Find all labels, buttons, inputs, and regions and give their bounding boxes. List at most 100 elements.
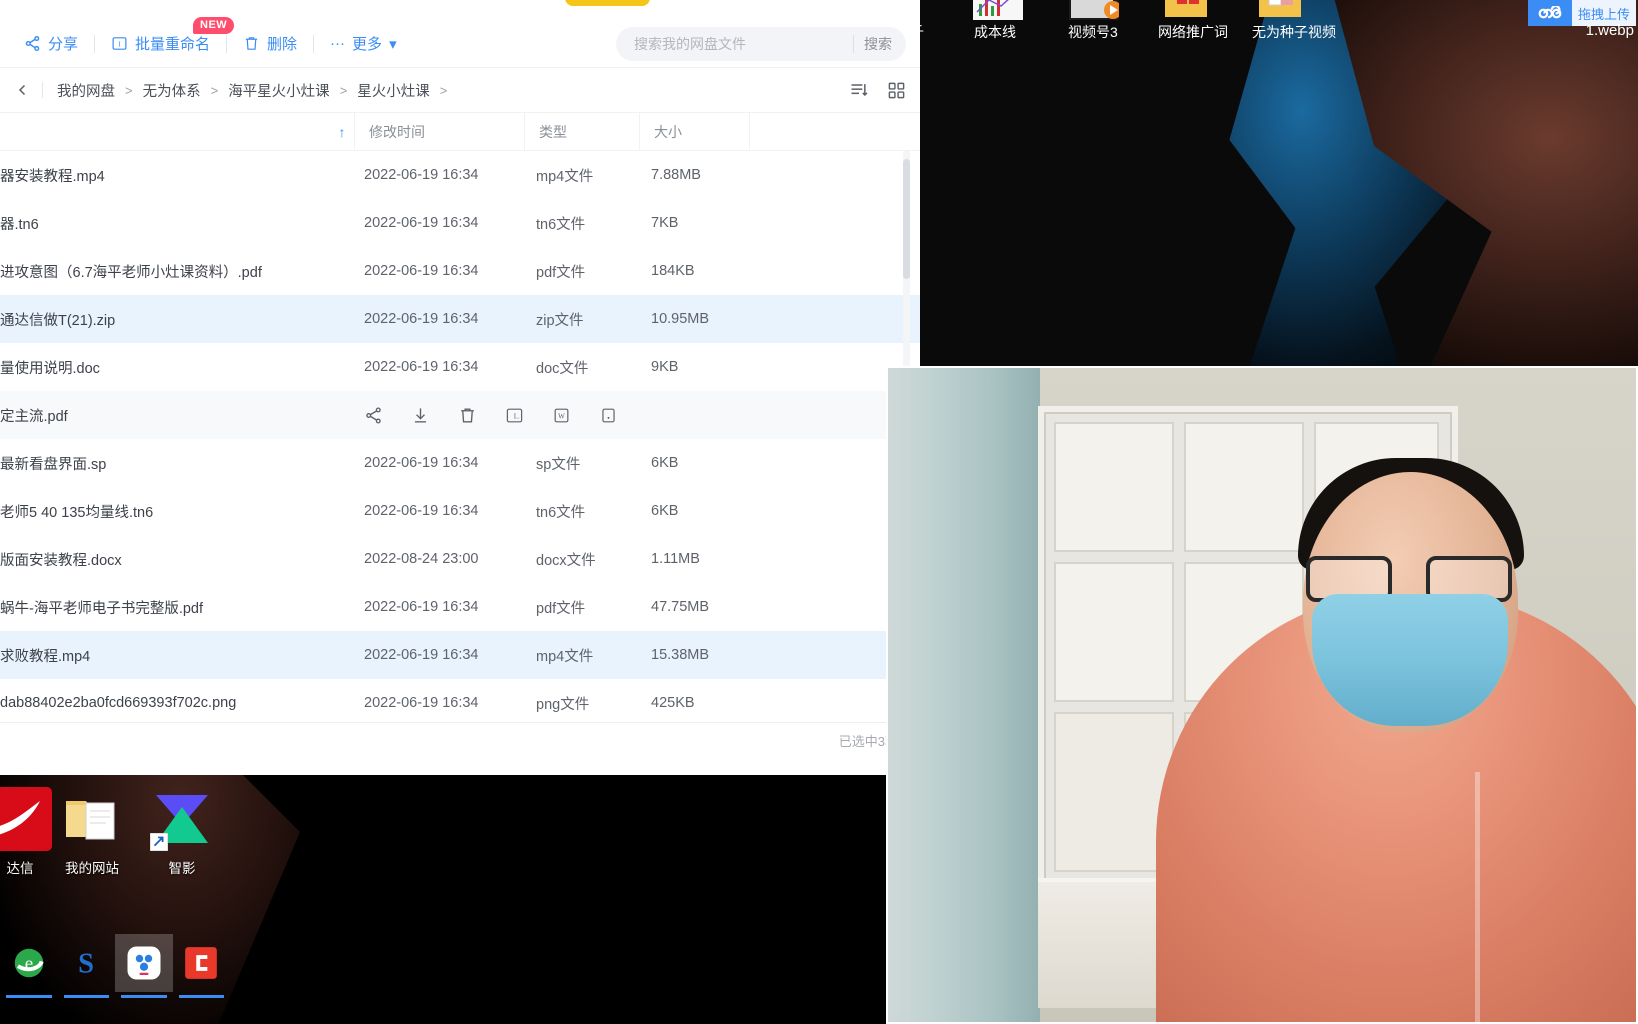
search-input[interactable] <box>634 35 849 52</box>
desktop-icons: 达信 我的网站 智影 <box>0 775 886 955</box>
new-badge: NEW <box>193 17 235 35</box>
more-actions-icon[interactable] <box>599 406 618 425</box>
file-type-cell: sp文件 <box>536 456 581 473</box>
file-name-cell[interactable]: 进攻意图（6.7海平老师小灶课资料）.pdf <box>0 261 354 282</box>
file-time-cell: 2022-06-19 16:34 <box>364 599 479 615</box>
scrollbar-thumb[interactable] <box>903 159 910 279</box>
more-dots-icon: ··· <box>330 35 346 52</box>
file-name-cell[interactable]: 通达信做T(21).zip <box>0 309 354 330</box>
table-row[interactable]: 器安装教程.mp4 2022-06-19 16:34 mp4文件 7.88MB <box>0 151 920 199</box>
status-bar: 已选中3项 <box>0 722 920 758</box>
table-row[interactable]: 老师5 40 135均量线.tn6 2022-06-19 16:34 tn6文件 6K… <box>0 487 920 535</box>
desktop-icon-zhiying-label: 智影 <box>168 861 196 876</box>
share-icon[interactable] <box>364 406 383 425</box>
file-size-cell: 7KB <box>651 215 679 231</box>
file-time-cell: 2022-06-19 16:34 <box>364 359 479 375</box>
table-row[interactable]: 版面安装教程.docx 2022-08-24 23:00 docx文件 1.11MB <box>0 535 920 583</box>
rename-icon: I <box>111 35 128 52</box>
file-size-cell: 6KB <box>651 503 679 519</box>
shared-screen-video: 千 成本线 视频号3 网络推广词 无为种子视频 拖拽上传 1.webp <box>920 0 1638 368</box>
cabinet-shelf-2 <box>1184 422 1304 552</box>
taskbar-internet-explorer[interactable]: e <box>0 934 58 998</box>
file-name-cell[interactable]: 蜗牛-海平老师电子书完整版.pdf <box>0 597 354 618</box>
breadcrumb-item-2[interactable]: 海平星火小灶课 <box>228 80 330 101</box>
svg-text:I..: I.. <box>514 412 520 420</box>
more-button[interactable]: ··· 更多 ▾ <box>320 29 407 58</box>
column-header-name[interactable] <box>0 113 330 150</box>
taskbar-baidu-netdisk[interactable] <box>115 934 173 998</box>
shirt-placket <box>1475 772 1480 1022</box>
file-name-cell[interactable]: 定主流.pdf <box>0 405 354 426</box>
search-box[interactable]: 搜索 <box>616 26 906 61</box>
more-button-label: 更多 <box>352 36 383 53</box>
room-curtain <box>888 368 1040 1022</box>
desktop-icon-my-website[interactable]: 我的网站 <box>44 787 140 877</box>
file-name-cell[interactable]: 求败教程.mp4 <box>0 645 354 666</box>
delete-icon[interactable] <box>458 406 477 425</box>
taskbar-sogou[interactable]: S <box>58 934 116 998</box>
file-type-cell: docx文件 <box>536 552 596 569</box>
file-time-cell: 2022-06-19 16:34 <box>364 503 479 519</box>
svg-text:S: S <box>78 949 94 980</box>
thumb-folder-docs[interactable] <box>1254 0 1306 20</box>
file-name-cell[interactable]: 版面安装教程.docx <box>0 549 354 570</box>
sort-list-icon[interactable] <box>849 80 869 100</box>
folder-icon <box>60 787 124 851</box>
share-button[interactable]: 分享 <box>14 29 88 58</box>
delete-button[interactable]: 删除 <box>233 29 307 58</box>
table-row[interactable]: 求败教程.mp4 2022-06-19 16:34 mp4文件 15.38MB <box>0 631 920 679</box>
breadcrumb-item-0[interactable]: 我的网盘 <box>57 80 115 101</box>
search-button[interactable]: 搜索 <box>864 34 900 54</box>
to-word-icon[interactable]: W <box>552 406 571 425</box>
trash-icon <box>243 35 260 52</box>
video-thumb-icon <box>1069 0 1122 20</box>
column-header-type[interactable]: 类型 <box>524 113 639 150</box>
table-row[interactable]: 器.tn6 2022-06-19 16:34 tn6文件 7KB <box>0 199 920 247</box>
table-row[interactable]: 最新看盘界面.sp 2022-06-19 16:34 sp文件 6KB <box>0 439 920 487</box>
toolbar-divider-3 <box>313 34 315 53</box>
file-name-cell[interactable]: 量使用说明.doc <box>0 357 354 378</box>
table-row[interactable]: 量使用说明.doc 2022-06-19 16:34 doc文件 9KB <box>0 343 920 391</box>
file-type-cell: zip文件 <box>536 312 584 329</box>
batch-rename-button[interactable]: I 批量重命名 NEW <box>101 17 235 58</box>
thumb-label-1: 视频号3 <box>1068 24 1118 40</box>
file-name-cell[interactable]: 老师5 40 135均量线.tn6 <box>0 501 354 522</box>
folder-red-thumb-icon <box>1161 0 1211 20</box>
table-row[interactable]: 通达信做T(21).zip 2022-06-19 16:34 zip文件 10.95M… <box>0 295 920 343</box>
download-icon[interactable] <box>411 406 430 425</box>
table-row[interactable]: 蜗牛-海平老师电子书完整版.pdf 2022-06-19 16:34 pdf文件 47… <box>0 583 920 631</box>
table-header: ↑ 修改时间 类型 大小 <box>0 113 920 151</box>
file-time-cell: 2022-06-19 16:34 <box>364 311 479 327</box>
breadcrumb-separator-1: > <box>210 82 219 98</box>
file-name-cell[interactable]: 最新看盘界面.sp <box>0 453 354 474</box>
thumb-folder-red[interactable] <box>1160 0 1212 20</box>
breadcrumb-item-1[interactable]: 无为体系 <box>143 80 201 101</box>
svg-text:I: I <box>118 40 121 48</box>
file-size-cell: 9KB <box>651 359 679 375</box>
file-name-cell[interactable]: 器.tn6 <box>0 213 354 234</box>
toolbar-divider <box>94 34 96 53</box>
table-row[interactable]: 定主流.pdf I.. W <box>0 391 920 439</box>
column-header-time[interactable]: 修改时间 <box>354 113 524 150</box>
taskbar-camtasia[interactable] <box>173 934 231 998</box>
share-button-label: 分享 <box>48 36 79 53</box>
file-name-cell[interactable]: 器安装教程.mp4 <box>0 165 354 186</box>
table-row[interactable]: dab88402e2ba0fcd669393f702c.png 2022-06-1… <box>0 679 920 722</box>
thumb-video-file[interactable] <box>1068 0 1122 20</box>
webp-file-label: 1.webp <box>1585 22 1634 39</box>
breadcrumb-separator-0: > <box>125 82 133 98</box>
desktop-icon-zhiying[interactable]: 智影 <box>134 787 230 877</box>
thumb-chart-partial[interactable] <box>972 0 1024 20</box>
table-row[interactable]: 进攻意图（6.7海平老师小灶课资料）.pdf 2022-06-19 16:34 pd… <box>0 247 920 295</box>
rename-icon[interactable]: I.. <box>505 406 524 425</box>
breadcrumb-item-3[interactable]: 星火小灶课 <box>357 80 430 101</box>
file-size-cell: 7.88MB <box>651 167 701 183</box>
breadcrumb-left-divider <box>42 82 43 98</box>
sort-ascending-icon[interactable]: ↑ <box>330 113 354 150</box>
file-name-cell[interactable]: dab88402e2ba0fcd669393f702c.png <box>0 695 354 711</box>
column-header-size[interactable]: 大小 <box>639 113 749 150</box>
back-icon[interactable] <box>14 81 32 99</box>
window-top-strip <box>0 0 920 20</box>
yellow-tab-decor <box>565 0 650 6</box>
grid-view-icon[interactable] <box>887 81 906 100</box>
